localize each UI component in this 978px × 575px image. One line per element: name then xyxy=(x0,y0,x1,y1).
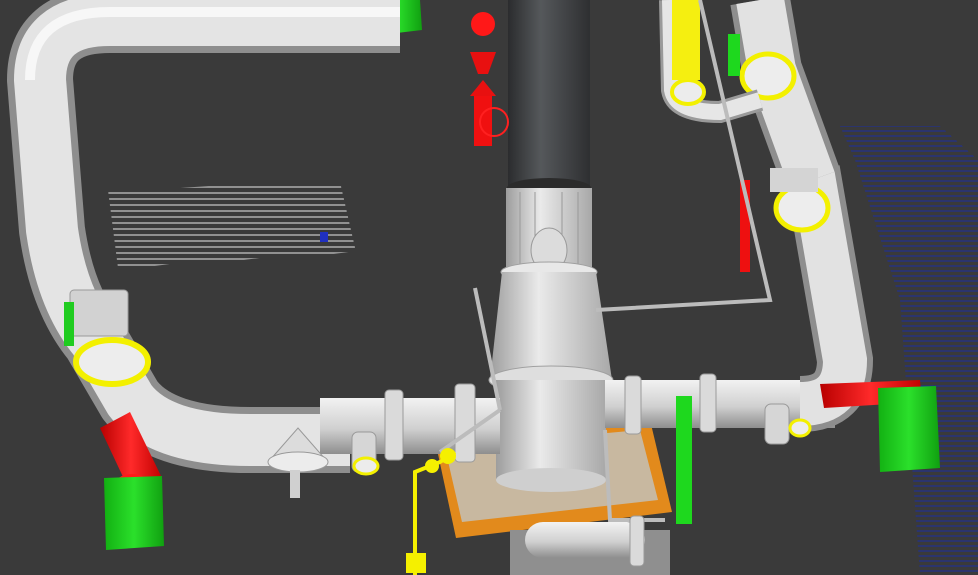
cone-reducer[interactable] xyxy=(488,261,614,492)
blue-marker xyxy=(320,232,328,242)
green-support-post xyxy=(676,396,692,524)
stack-ribbed-section xyxy=(506,188,592,273)
yellow-block xyxy=(672,0,700,80)
central-stack[interactable] xyxy=(507,0,591,198)
small-valve-left[interactable] xyxy=(351,431,380,476)
piping-scene[interactable] xyxy=(0,0,978,575)
green-support-left xyxy=(104,476,164,550)
green-support-small-left xyxy=(64,302,74,346)
green-support-right xyxy=(878,386,940,472)
3d-viewport[interactable] xyxy=(0,0,978,575)
green-support-small-right xyxy=(728,34,740,76)
